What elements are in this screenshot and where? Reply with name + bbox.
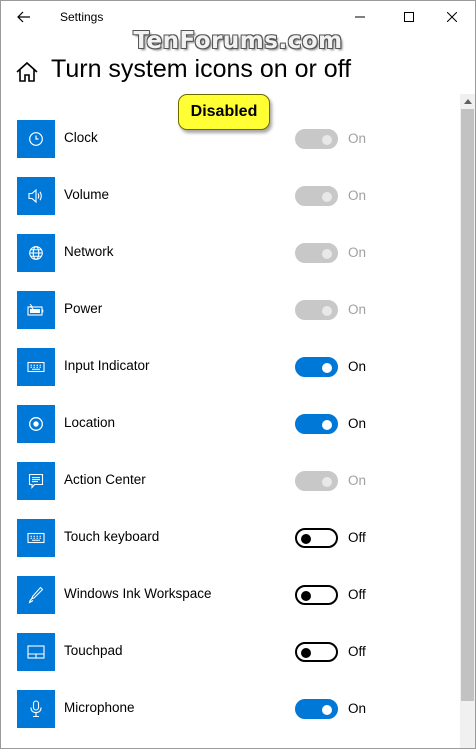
toggle-switch-network xyxy=(295,243,338,263)
toggle-knob xyxy=(301,591,311,601)
setting-label: Volume xyxy=(64,187,110,202)
toggle-state-label: On xyxy=(348,188,367,203)
maximize-icon xyxy=(404,12,414,22)
home-icon[interactable] xyxy=(15,61,39,83)
setting-label: Network xyxy=(64,244,114,259)
scroll-up-button[interactable] xyxy=(460,94,475,109)
toggle-switch-microphone[interactable] xyxy=(295,699,338,719)
toggle-state-label: On xyxy=(348,416,367,431)
setting-row-microphone: Microphone On xyxy=(1,690,457,728)
toggle-state-label: Off xyxy=(348,587,366,602)
setting-row-input-indicator: Input Indicator On xyxy=(1,348,457,386)
toggle-switch-touchpad[interactable] xyxy=(295,642,338,662)
setting-label: Action Center xyxy=(64,472,146,487)
toggle-knob xyxy=(322,705,332,715)
setting-label: Touch keyboard xyxy=(64,529,160,544)
toggle-knob xyxy=(322,249,332,259)
settings-window: Settings TenForums.com Turn system icons… xyxy=(0,0,476,749)
setting-row-windows-ink-workspace: Windows Ink Workspace Off xyxy=(1,576,457,614)
toggle-knob xyxy=(322,306,332,316)
power-icon xyxy=(17,291,55,329)
setting-row-touchpad: Touchpad Off xyxy=(1,633,457,671)
back-arrow-icon xyxy=(17,11,30,23)
minimize-icon xyxy=(355,16,365,18)
action-center-icon xyxy=(17,462,55,500)
setting-row-action-center: Action Center On xyxy=(1,462,457,500)
toggle-state-label: On xyxy=(348,473,367,488)
toggle-knob xyxy=(322,192,332,202)
setting-row-power: Power On xyxy=(1,291,457,329)
volume-icon xyxy=(17,177,55,215)
toggle-state-label: On xyxy=(348,131,367,146)
toggle-knob xyxy=(301,648,311,658)
chevron-up-icon xyxy=(463,99,472,104)
setting-label: Windows Ink Workspace xyxy=(64,586,212,601)
setting-label: Location xyxy=(64,415,116,430)
toggle-switch-touch-keyboard[interactable] xyxy=(295,528,338,548)
toggle-state-label: On xyxy=(348,701,367,716)
toggle-state-label: Off xyxy=(348,530,366,545)
toggle-knob xyxy=(322,363,332,373)
pen-icon xyxy=(17,576,55,614)
toggle-switch-power xyxy=(295,300,338,320)
toggle-state-label: On xyxy=(348,302,367,317)
toggle-switch-action-center xyxy=(295,471,338,491)
toggle-switch-input-indicator[interactable] xyxy=(295,357,338,377)
touch-keyboard-icon xyxy=(17,519,55,557)
back-button[interactable] xyxy=(7,3,41,31)
toggle-knob xyxy=(322,135,332,145)
setting-row-touch-keyboard: Touch keyboard Off xyxy=(1,519,457,557)
toggle-knob xyxy=(322,420,332,430)
toggle-switch-clock xyxy=(295,129,338,149)
setting-label: Input Indicator xyxy=(64,358,150,373)
setting-row-volume: Volume On xyxy=(1,177,457,215)
close-icon xyxy=(447,12,457,22)
keyboard-icon xyxy=(17,348,55,386)
page-header: Turn system icons on or off xyxy=(1,51,475,91)
toggle-switch-volume xyxy=(295,186,338,206)
scrollbar[interactable] xyxy=(460,94,475,748)
toggle-state-label: Off xyxy=(348,644,366,659)
network-icon xyxy=(17,234,55,272)
setting-row-location: Location On xyxy=(1,405,457,443)
toggle-switch-windows-ink-workspace[interactable] xyxy=(295,585,338,605)
setting-label: Touchpad xyxy=(64,643,123,658)
toggle-state-label: On xyxy=(348,359,367,374)
toggle-knob xyxy=(301,534,311,544)
setting-label: Microphone xyxy=(64,700,135,715)
setting-row-clock: Clock On xyxy=(1,120,457,158)
setting-label: Power xyxy=(64,301,103,316)
clock-icon xyxy=(17,120,55,158)
scroll-thumb[interactable] xyxy=(461,109,474,701)
location-icon xyxy=(17,405,55,443)
toggle-switch-location[interactable] xyxy=(295,414,338,434)
setting-label: Clock xyxy=(64,130,98,145)
touchpad-icon xyxy=(17,633,55,671)
window-title: Settings xyxy=(60,10,104,24)
toggle-knob xyxy=(322,477,332,487)
setting-row-network: Network On xyxy=(1,234,457,272)
page-title: Turn system icons on or off xyxy=(51,55,352,83)
microphone-icon xyxy=(17,690,55,728)
toggle-state-label: On xyxy=(348,245,367,260)
